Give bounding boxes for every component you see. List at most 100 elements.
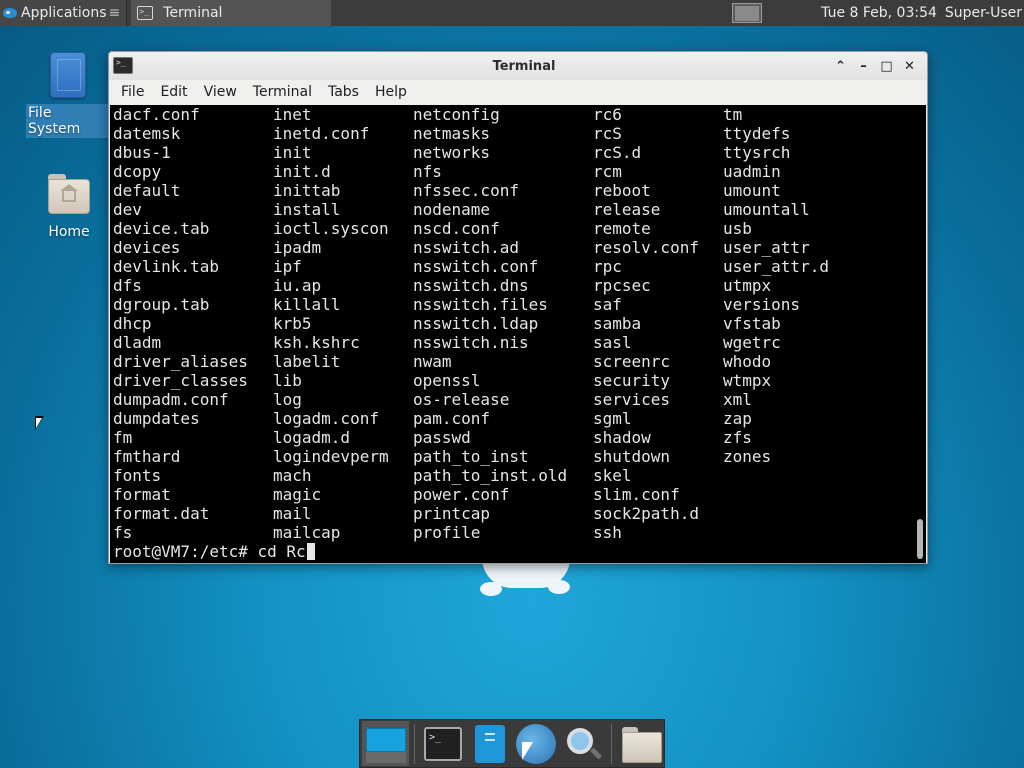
maximize-button[interactable]: □ <box>875 57 898 75</box>
file-entry: screenrc <box>593 352 671 371</box>
terminal-line: dgroup.tab killall nsswitch.files saf versio… <box>113 295 903 314</box>
file-entry: dbus-1 <box>113 143 171 162</box>
clock-area[interactable]: Tue 8 Feb, 03:54 Super-User <box>802 0 1024 26</box>
file-entry: logadm.d <box>273 428 351 447</box>
file-entry: saf <box>593 295 622 314</box>
workspace-1[interactable] <box>735 5 760 21</box>
terminal-output[interactable]: dacf.conf inet netconfig rc6 tm datemsk inetd.… <box>110 105 926 563</box>
file-entry: user_attr <box>723 238 810 257</box>
workspace-switcher[interactable] <box>732 3 763 23</box>
file-entry: inet <box>273 105 312 124</box>
dock-web-browser[interactable] <box>513 721 560 766</box>
file-entry: iu.ap <box>273 276 322 295</box>
taskbar-terminal-button[interactable]: >_ Terminal <box>131 0 332 26</box>
file-entry: nfs <box>413 162 442 181</box>
menu-terminal[interactable]: Terminal <box>245 80 320 105</box>
file-entry: magic <box>273 485 322 504</box>
file-entry: security <box>593 371 671 390</box>
terminal-line: format.dat mail printcap sock2path.d <box>113 504 903 523</box>
dock-terminal[interactable]: >_ <box>420 721 467 766</box>
desktop-icon-label: Home <box>48 224 90 240</box>
dock-file-manager[interactable] <box>466 721 513 766</box>
menu-tabs[interactable]: Tabs <box>320 80 367 105</box>
dock-home-folder[interactable] <box>617 721 664 766</box>
file-entry: profile <box>413 523 481 542</box>
terminal-window[interactable]: >_ Terminal ⌃ – □ ✕ File Edit View Termi… <box>108 51 928 564</box>
file-entry: log <box>273 390 302 409</box>
close-button[interactable]: ✕ <box>898 57 921 75</box>
file-entry: mach <box>273 466 312 485</box>
file-entry: samba <box>593 314 642 333</box>
user-menu[interactable]: Super-User <box>937 5 1024 21</box>
show-desktop-icon <box>364 725 407 763</box>
file-entry: fonts <box>113 466 162 485</box>
file-entry: dev <box>113 200 142 219</box>
terminal-line: dcopy init.d nfs rcm uadmin <box>113 162 903 181</box>
file-entry: nsswitch.nis <box>413 333 529 352</box>
file-entry: driver_classes <box>113 371 248 390</box>
terminal-line: dbus-1 init networks rcS.d ttysrch <box>113 143 903 162</box>
file-entry: sasl <box>593 333 632 352</box>
applications-menu-button[interactable]: Applications ≡ <box>0 0 127 26</box>
file-entry: power.conf <box>413 485 510 504</box>
terminal-line: dumpdates logadm.conf pam.conf sgml zap <box>113 409 903 428</box>
file-entry: sgml <box>593 409 632 428</box>
file-entry: zfs <box>723 428 752 447</box>
desktop-icon-file-system[interactable]: File System <box>26 52 110 138</box>
file-entry: nscd.conf <box>413 219 500 238</box>
file-entry: mailcap <box>273 523 341 542</box>
file-entry: pam.conf <box>413 409 491 428</box>
file-entry: datemsk <box>113 124 181 143</box>
file-entry: xml <box>723 390 752 409</box>
window-titlebar[interactable]: >_ Terminal ⌃ – □ ✕ <box>109 52 927 80</box>
file-entry: format <box>113 485 171 504</box>
file-entry: ttydefs <box>723 124 791 143</box>
menu-file[interactable]: File <box>113 80 152 105</box>
terminal-line: dhcp krb5 nsswitch.ldap samba vfstab <box>113 314 903 333</box>
dock-app-finder[interactable] <box>560 721 607 766</box>
file-entry: wtmpx <box>723 371 772 390</box>
menubar: File Edit View Terminal Tabs Help <box>109 80 927 105</box>
file-entry: rcS <box>593 124 622 143</box>
file-entry: dhcp <box>113 314 152 333</box>
minimize-button[interactable]: – <box>852 57 875 75</box>
scrollbar-thumb[interactable] <box>917 519 923 559</box>
file-entry: init.d <box>273 162 331 181</box>
dock-separator <box>413 723 415 764</box>
terminal-line: dumpadm.conf log os-release services xml <box>113 390 903 409</box>
terminal-icon[interactable]: >_ <box>113 57 133 74</box>
file-entry: dgroup.tab <box>113 295 210 314</box>
file-entry: nfssec.conf <box>413 181 519 200</box>
home-folder-icon <box>46 172 92 216</box>
terminal-line: dfs iu.ap nsswitch.dns rpcsec utmpx <box>113 276 903 295</box>
file-entry: path_to_inst <box>413 447 529 466</box>
desktop-icon-home[interactable]: Home <box>27 172 111 240</box>
file-entry: device.tab <box>113 219 210 238</box>
terminal-line: devlink.tab ipf nsswitch.conf rpc user_attr.… <box>113 257 903 276</box>
menu-edit[interactable]: Edit <box>152 80 195 105</box>
menu-help[interactable]: Help <box>367 80 415 105</box>
file-entry: dacf.conf <box>113 105 200 124</box>
shade-button[interactable]: ⌃ <box>829 57 852 75</box>
clock[interactable]: Tue 8 Feb, 03:54 <box>821 5 937 21</box>
terminal-line: driver_aliases labelit nwam screenrc whodo <box>113 352 903 371</box>
file-entry: rcm <box>593 162 622 181</box>
home-folder-icon <box>620 725 662 763</box>
applications-label: Applications <box>21 5 107 21</box>
file-entry: lib <box>273 371 302 390</box>
file-entry: openssl <box>413 371 481 390</box>
file-entry: networks <box>413 143 491 162</box>
file-entry: wgetrc <box>723 333 781 352</box>
command-prompt-line[interactable]: root@VM7:/etc# cd Rc <box>113 542 903 561</box>
file-entry: dcopy <box>113 162 162 181</box>
terminal-text: dacf.conf inet netconfig rc6 tm datemsk inetd.… <box>113 105 903 561</box>
file-entry: default <box>113 181 181 200</box>
file-entry: reboot <box>593 181 651 200</box>
menu-view[interactable]: View <box>196 80 245 105</box>
dock-show-desktop[interactable] <box>362 721 409 766</box>
scrollbar[interactable] <box>914 105 926 563</box>
file-entry: rc6 <box>593 105 622 124</box>
file-entry: passwd <box>413 428 471 447</box>
file-manager-phone-icon <box>474 724 505 763</box>
file-entry: versions <box>723 295 801 314</box>
